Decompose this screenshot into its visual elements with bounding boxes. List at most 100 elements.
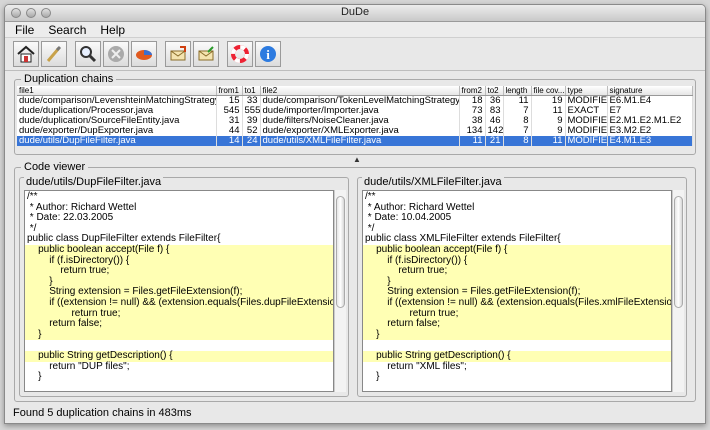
code-line: return "DUP files"; <box>27 360 130 372</box>
column-header[interactable]: type <box>565 86 608 96</box>
table-row[interactable]: dude/exporter/DupExporter.java 44 52 dude/e… <box>17 126 693 136</box>
code-line: /** <box>27 191 38 202</box>
menu-bar: File Search Help <box>5 22 705 38</box>
duplication-chains-panel: Duplication chains file1 from1 to1 file2 fro… <box>14 73 696 155</box>
table-cell: MODIFIED <box>565 116 608 126</box>
duplication-chains-label: Duplication chains <box>21 73 117 85</box>
table-cell: MODIFIED <box>565 136 608 146</box>
code-line: * Date: 22.03.2005 <box>27 212 114 224</box>
table-row[interactable]: dude/comparison/LevenshteinMatchingStrat… <box>17 95 693 106</box>
clean-button[interactable] <box>41 41 67 67</box>
table-cell: E6.M1.E4 <box>607 95 693 106</box>
table-cell: E4.M1.E3 <box>607 136 693 146</box>
left-scroll-thumb[interactable] <box>336 196 345 308</box>
column-header[interactable]: to2 <box>485 86 504 96</box>
title-bar: DuDe <box>5 5 705 22</box>
code-line: return "XML files"; <box>365 360 467 372</box>
left-file-title: dude/utils/DupFileFilter.java <box>24 176 164 188</box>
lifebuoy-icon <box>231 45 249 63</box>
import-button[interactable] <box>193 41 219 67</box>
right-scroll-thumb[interactable] <box>674 196 683 308</box>
table-cell: 9 <box>531 126 566 136</box>
info-icon: i <box>260 46 276 62</box>
table-cell: E7 <box>607 106 693 116</box>
home-button[interactable] <box>13 41 39 67</box>
menu-search[interactable]: Search <box>48 23 86 37</box>
code-line: public String getDescription() { <box>25 350 333 362</box>
chart-button[interactable] <box>131 41 157 67</box>
table-cell: 46 <box>485 116 504 126</box>
export-button[interactable] <box>165 41 191 67</box>
right-code-area[interactable]: /** * Author: Richard Wettel * Date: 10.… <box>362 190 672 392</box>
right-file-title: dude/utils/XMLFileFilter.java <box>362 176 504 188</box>
table-cell: dude/duplication/Processor.java <box>17 106 217 116</box>
column-header[interactable]: to1 <box>242 86 261 96</box>
stop-button[interactable] <box>103 41 129 67</box>
chains-table-container: file1 from1 to1 file2 from2 to2 length file cov… <box>17 86 693 146</box>
chains-header-row: file1 from1 to1 file2 from2 to2 length file cov… <box>17 86 693 96</box>
table-row[interactable]: dude/duplication/Processor.java 545 555 dud… <box>17 106 693 116</box>
status-bar: Found 5 duplication chains in 483ms <box>13 407 192 419</box>
table-cell: dude/duplication/SourceFileEntity.java <box>17 116 217 126</box>
table-row[interactable]: dude/duplication/SourceFileEntity.java 31… <box>17 116 693 126</box>
code-line: return false; <box>25 319 333 330</box>
table-cell: dude/comparison/TokenLevelMatchingStrate… <box>260 95 460 106</box>
code-line: } <box>365 371 380 383</box>
table-cell: dude/utils/DupFileFilter.java <box>17 136 217 146</box>
column-header[interactable]: length <box>503 86 532 96</box>
table-cell: 7 <box>503 106 532 116</box>
table-cell: 39 <box>242 116 261 126</box>
table-cell: 15 <box>216 95 243 106</box>
table-cell: dude/filters/NoiseCleaner.java <box>260 116 460 126</box>
window-title: DuDe <box>340 6 370 18</box>
table-cell: 7 <box>503 126 532 136</box>
column-header[interactable]: file2 <box>260 86 460 96</box>
menu-help[interactable]: Help <box>100 23 125 37</box>
help-button[interactable] <box>227 41 253 67</box>
menu-file[interactable]: File <box>15 23 34 37</box>
code-line: if ((extension != null) && (extension.eq… <box>363 296 672 309</box>
table-row[interactable]: dude/utils/DupFileFilter.java 14 24 dude/ut… <box>17 136 693 146</box>
table-cell: E2.M1.E2.M1.E2 <box>607 116 693 126</box>
column-header[interactable]: signature <box>607 86 693 96</box>
table-cell: 555 <box>242 106 261 116</box>
code-line: return true; <box>25 266 333 277</box>
code-viewer-label: Code viewer <box>21 161 89 173</box>
code-line: /** <box>365 191 376 202</box>
left-code-pane: dude/utils/DupFileFilter.java /** * Auth… <box>19 176 349 397</box>
column-header[interactable]: from1 <box>216 86 243 96</box>
code-line: public boolean accept(File f) { <box>363 244 671 256</box>
chains-table: file1 from1 to1 file2 from2 to2 length file cov… <box>17 86 693 146</box>
code-line: if ((extension != null) && (extension.eq… <box>25 296 334 309</box>
table-cell: 8 <box>503 136 532 146</box>
left-scrollbar[interactable] <box>334 190 346 392</box>
left-code-area[interactable]: /** * Author: Richard Wettel * Date: 22.… <box>24 190 334 392</box>
app-window: DuDe File Search Help i Duplication chai… <box>4 4 706 424</box>
table-cell: 19 <box>531 95 566 106</box>
about-button[interactable]: i <box>255 41 281 67</box>
splitter-handle[interactable]: ▲ <box>353 155 361 164</box>
code-line: * Date: 10.04.2005 <box>365 212 452 224</box>
right-scrollbar[interactable] <box>672 190 684 392</box>
table-cell: 545 <box>216 106 243 116</box>
right-code-pane: dude/utils/XMLFileFilter.java /** * Auth… <box>357 176 687 397</box>
column-header[interactable]: file cov... <box>531 86 566 96</box>
mail-out-icon <box>170 46 186 61</box>
pie-icon <box>136 50 152 60</box>
table-cell: dude/importer/Importer.java <box>260 106 460 116</box>
table-cell: 83 <box>485 106 504 116</box>
column-header[interactable]: file1 <box>17 86 217 96</box>
code-line: } <box>363 329 671 341</box>
magnifier-icon <box>80 46 97 63</box>
table-cell: 142 <box>485 126 504 136</box>
table-cell: 21 <box>485 136 504 146</box>
toolbar: i <box>5 38 705 71</box>
home-icon <box>17 45 35 63</box>
table-cell: MODIFIED <box>565 126 608 136</box>
table-cell: 11 <box>503 95 532 106</box>
code-line: } <box>27 371 42 383</box>
search-button[interactable] <box>75 41 101 67</box>
table-cell: dude/comparison/LevenshteinMatchingStrat… <box>17 95 217 106</box>
table-cell: 44 <box>216 126 243 136</box>
column-header[interactable]: from2 <box>459 86 486 96</box>
